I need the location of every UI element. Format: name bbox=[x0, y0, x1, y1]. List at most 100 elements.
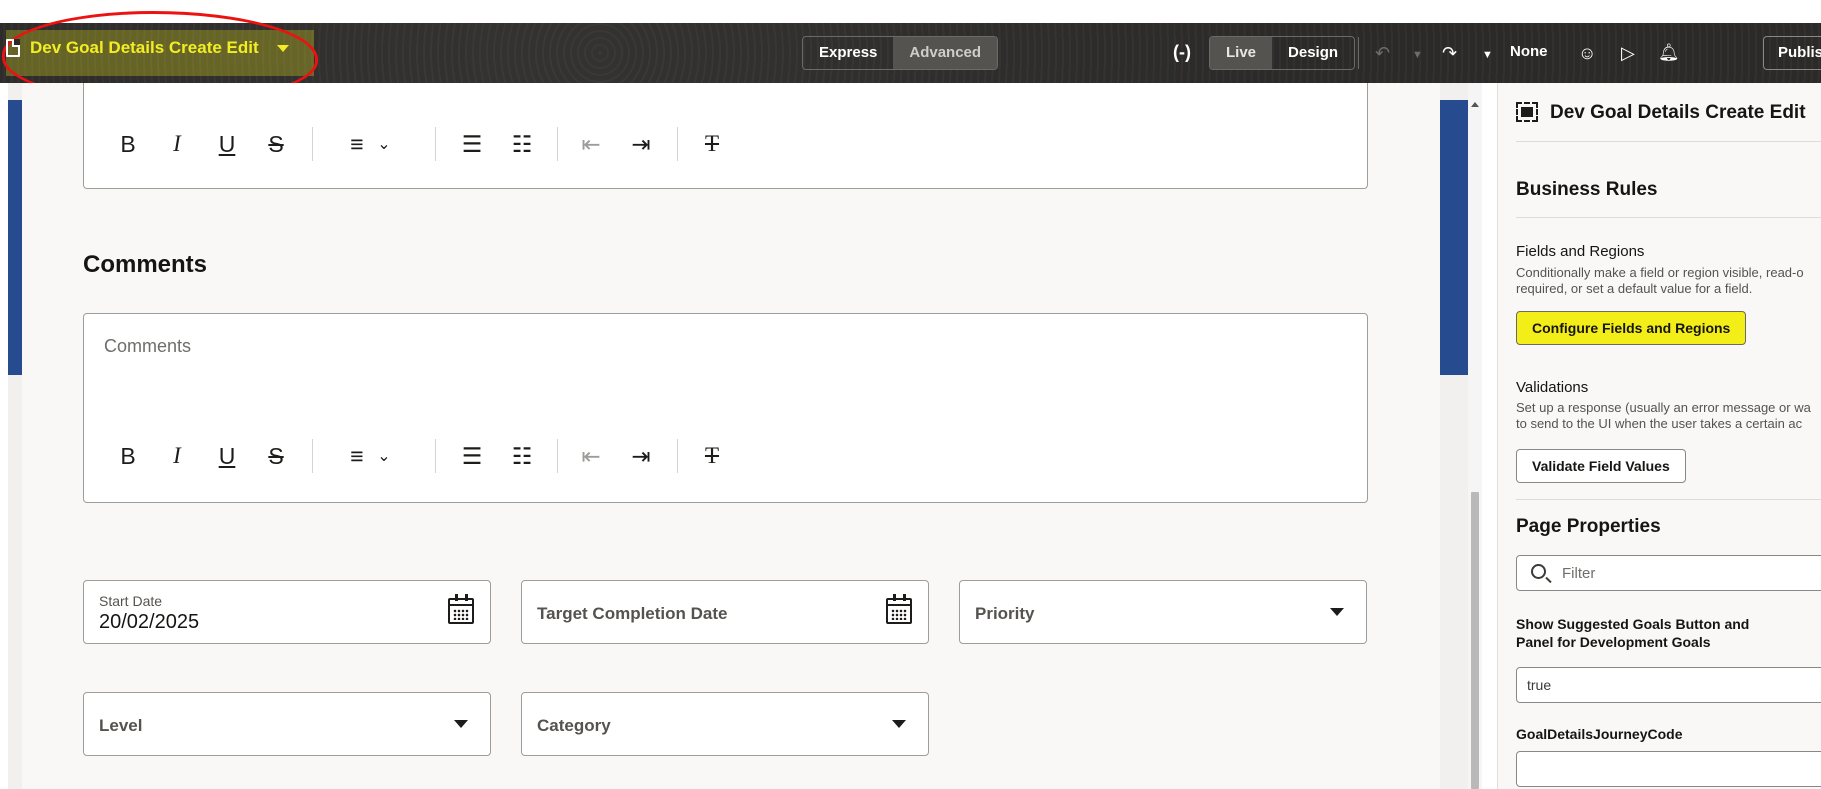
bold-icon[interactable]: B bbox=[113, 131, 143, 158]
toolbar-separator bbox=[312, 439, 313, 473]
level-label: Level bbox=[99, 716, 143, 735]
align-left-icon[interactable]: ≡ bbox=[342, 443, 372, 470]
priority-label: Priority bbox=[975, 604, 1035, 623]
sandbox-label[interactable]: None bbox=[1510, 43, 1548, 60]
chevron-down-icon[interactable]: ⌄ bbox=[369, 446, 399, 466]
page-properties-heading: Page Properties bbox=[1516, 516, 1661, 537]
dropdown-arrow-icon bbox=[454, 720, 468, 728]
italic-icon[interactable]: I bbox=[162, 131, 192, 157]
configure-fields-regions-button[interactable]: Configure Fields and Regions bbox=[1516, 311, 1747, 345]
advanced-button[interactable]: Advanced bbox=[893, 37, 998, 69]
bell-icon[interactable]: 🔔︎ bbox=[1658, 41, 1680, 65]
scrollbar-thumb[interactable] bbox=[1471, 492, 1479, 789]
page-title: Dev Goal Details Create Edit bbox=[30, 38, 259, 57]
express-button[interactable]: Express bbox=[803, 37, 893, 69]
toolbar-separator bbox=[435, 439, 436, 473]
top-toolbar: Dev Goal Details Create Edit Express Adv… bbox=[0, 11, 1821, 103]
journey-code-input[interactable] bbox=[1516, 751, 1821, 787]
start-date-value: 20/02/2025 bbox=[99, 611, 200, 633]
design-button[interactable]: Design bbox=[1272, 37, 1354, 69]
comments-editor[interactable]: Comments B I U S ≡ ⌄ ☰ ☷ ⇤ ⇥ T bbox=[83, 313, 1368, 503]
clear-formatting-icon[interactable]: T bbox=[697, 443, 727, 469]
indent-icon[interactable]: ⇥ bbox=[626, 443, 656, 470]
mode-toggle: Express Advanced bbox=[802, 36, 999, 70]
chevron-down-icon[interactable]: ⌄ bbox=[369, 134, 399, 154]
outdent-icon[interactable]: ⇤ bbox=[576, 443, 606, 470]
target-completion-date-label: Target Completion Date bbox=[537, 604, 728, 623]
strikethrough-icon[interactable]: S bbox=[261, 131, 291, 158]
dropdown-arrow-icon bbox=[892, 720, 906, 728]
live-button[interactable]: Live bbox=[1210, 37, 1273, 69]
numbered-list-icon[interactable]: ☷ bbox=[507, 131, 537, 158]
toolbar-divider bbox=[1358, 37, 1359, 69]
redo-icon[interactable]: ↷ bbox=[1442, 41, 1457, 65]
calendar-icon[interactable] bbox=[448, 594, 474, 624]
toolbar-separator bbox=[312, 127, 313, 161]
start-date-field[interactable]: Start Date 20/02/2025 bbox=[83, 580, 491, 644]
page-title-dropdown[interactable]: Dev Goal Details Create Edit bbox=[6, 38, 289, 58]
underline-icon[interactable]: U bbox=[212, 131, 242, 158]
fields-regions-description-2: required, or set a default value for a f… bbox=[1516, 281, 1753, 296]
dropdown-arrow-icon bbox=[1330, 608, 1344, 616]
toolbar-separator bbox=[557, 127, 558, 161]
bulleted-list-icon[interactable]: ☰ bbox=[457, 131, 487, 158]
suggested-goals-input[interactable]: true bbox=[1516, 667, 1821, 703]
indent-icon[interactable]: ⇥ bbox=[626, 131, 656, 158]
validate-field-values-button[interactable]: Validate Field Values bbox=[1516, 449, 1686, 483]
undo-menu-icon[interactable]: ▼ bbox=[1412, 43, 1423, 67]
bulleted-list-icon[interactable]: ☰ bbox=[457, 443, 487, 470]
suggested-goals-label: Show Suggested Goals Button and bbox=[1516, 616, 1750, 632]
editor-toolbar: B I U S ≡ ⌄ ☰ ☷ ⇤ ⇥ T bbox=[84, 124, 1367, 164]
panel-title: Dev Goal Details Create Edit bbox=[1550, 102, 1806, 123]
chevron-down-icon bbox=[276, 44, 289, 52]
play-icon[interactable]: ▷ bbox=[1621, 41, 1635, 65]
strikethrough-icon[interactable]: S bbox=[261, 443, 291, 470]
undo-icon[interactable]: ↶ bbox=[1375, 41, 1390, 65]
toolbar-separator bbox=[557, 439, 558, 473]
suggested-goals-label-2: Panel for Development Goals bbox=[1516, 634, 1711, 650]
publish-button[interactable]: Publis bbox=[1763, 36, 1821, 70]
comments-heading: Comments bbox=[83, 251, 208, 278]
start-date-label: Start Date bbox=[99, 593, 163, 609]
target-completion-date-field[interactable]: Target Completion Date bbox=[521, 580, 929, 644]
level-select[interactable]: Level bbox=[83, 692, 491, 756]
category-select[interactable]: Category bbox=[521, 692, 929, 756]
clear-formatting-icon[interactable]: T bbox=[697, 131, 727, 157]
suggested-goals-value: true bbox=[1527, 677, 1552, 693]
validations-description: Set up a response (usually an error mess… bbox=[1516, 400, 1811, 415]
journey-code-label: GoalDetailsJourneyCode bbox=[1516, 726, 1683, 742]
view-toggle: Live Design bbox=[1209, 36, 1356, 70]
filter-placeholder: Filter bbox=[1562, 565, 1596, 582]
toolbar-separator bbox=[677, 127, 678, 161]
rich-text-editor-top[interactable]: B I U S ≡ ⌄ ☰ ☷ ⇤ ⇥ T bbox=[83, 83, 1368, 189]
search-icon bbox=[1531, 564, 1546, 579]
category-label: Category bbox=[537, 716, 611, 735]
divider bbox=[1516, 217, 1821, 218]
scroll-up-arrow[interactable] bbox=[1471, 102, 1479, 107]
underline-icon[interactable]: U bbox=[212, 443, 242, 470]
bold-icon[interactable]: B bbox=[113, 443, 143, 470]
divider bbox=[1516, 499, 1821, 500]
outdent-icon[interactable]: ⇤ bbox=[576, 131, 606, 158]
smiley-icon[interactable]: ☺ bbox=[1578, 41, 1596, 65]
filter-input[interactable]: Filter bbox=[1516, 555, 1821, 591]
italic-icon[interactable]: I bbox=[162, 443, 192, 469]
align-left-icon[interactable]: ≡ bbox=[342, 131, 372, 158]
expression-icon[interactable]: (-) bbox=[1173, 40, 1191, 64]
toolbar-separator bbox=[677, 439, 678, 473]
editor-toolbar: B I U S ≡ ⌄ ☰ ☷ ⇤ ⇥ T bbox=[84, 436, 1367, 476]
numbered-list-icon[interactable]: ☷ bbox=[507, 443, 537, 470]
toolbar-separator bbox=[435, 127, 436, 161]
calendar-icon[interactable] bbox=[886, 594, 912, 624]
business-rules-heading: Business Rules bbox=[1516, 179, 1658, 200]
properties-panel: Dev Goal Details Create Edit Business Ru… bbox=[1497, 83, 1821, 789]
fields-regions-heading: Fields and Regions bbox=[1516, 243, 1645, 260]
page: Dev Goal Details Create Edit Express Adv… bbox=[0, 0, 1821, 789]
redo-menu-icon[interactable]: ▼ bbox=[1482, 43, 1493, 67]
divider bbox=[1516, 141, 1821, 142]
priority-select[interactable]: Priority bbox=[959, 580, 1367, 644]
page-region-icon bbox=[1516, 102, 1538, 122]
validations-description-2: to send to the UI when the user takes a … bbox=[1516, 416, 1803, 431]
comments-placeholder: Comments bbox=[104, 336, 192, 356]
document-icon bbox=[6, 39, 20, 57]
